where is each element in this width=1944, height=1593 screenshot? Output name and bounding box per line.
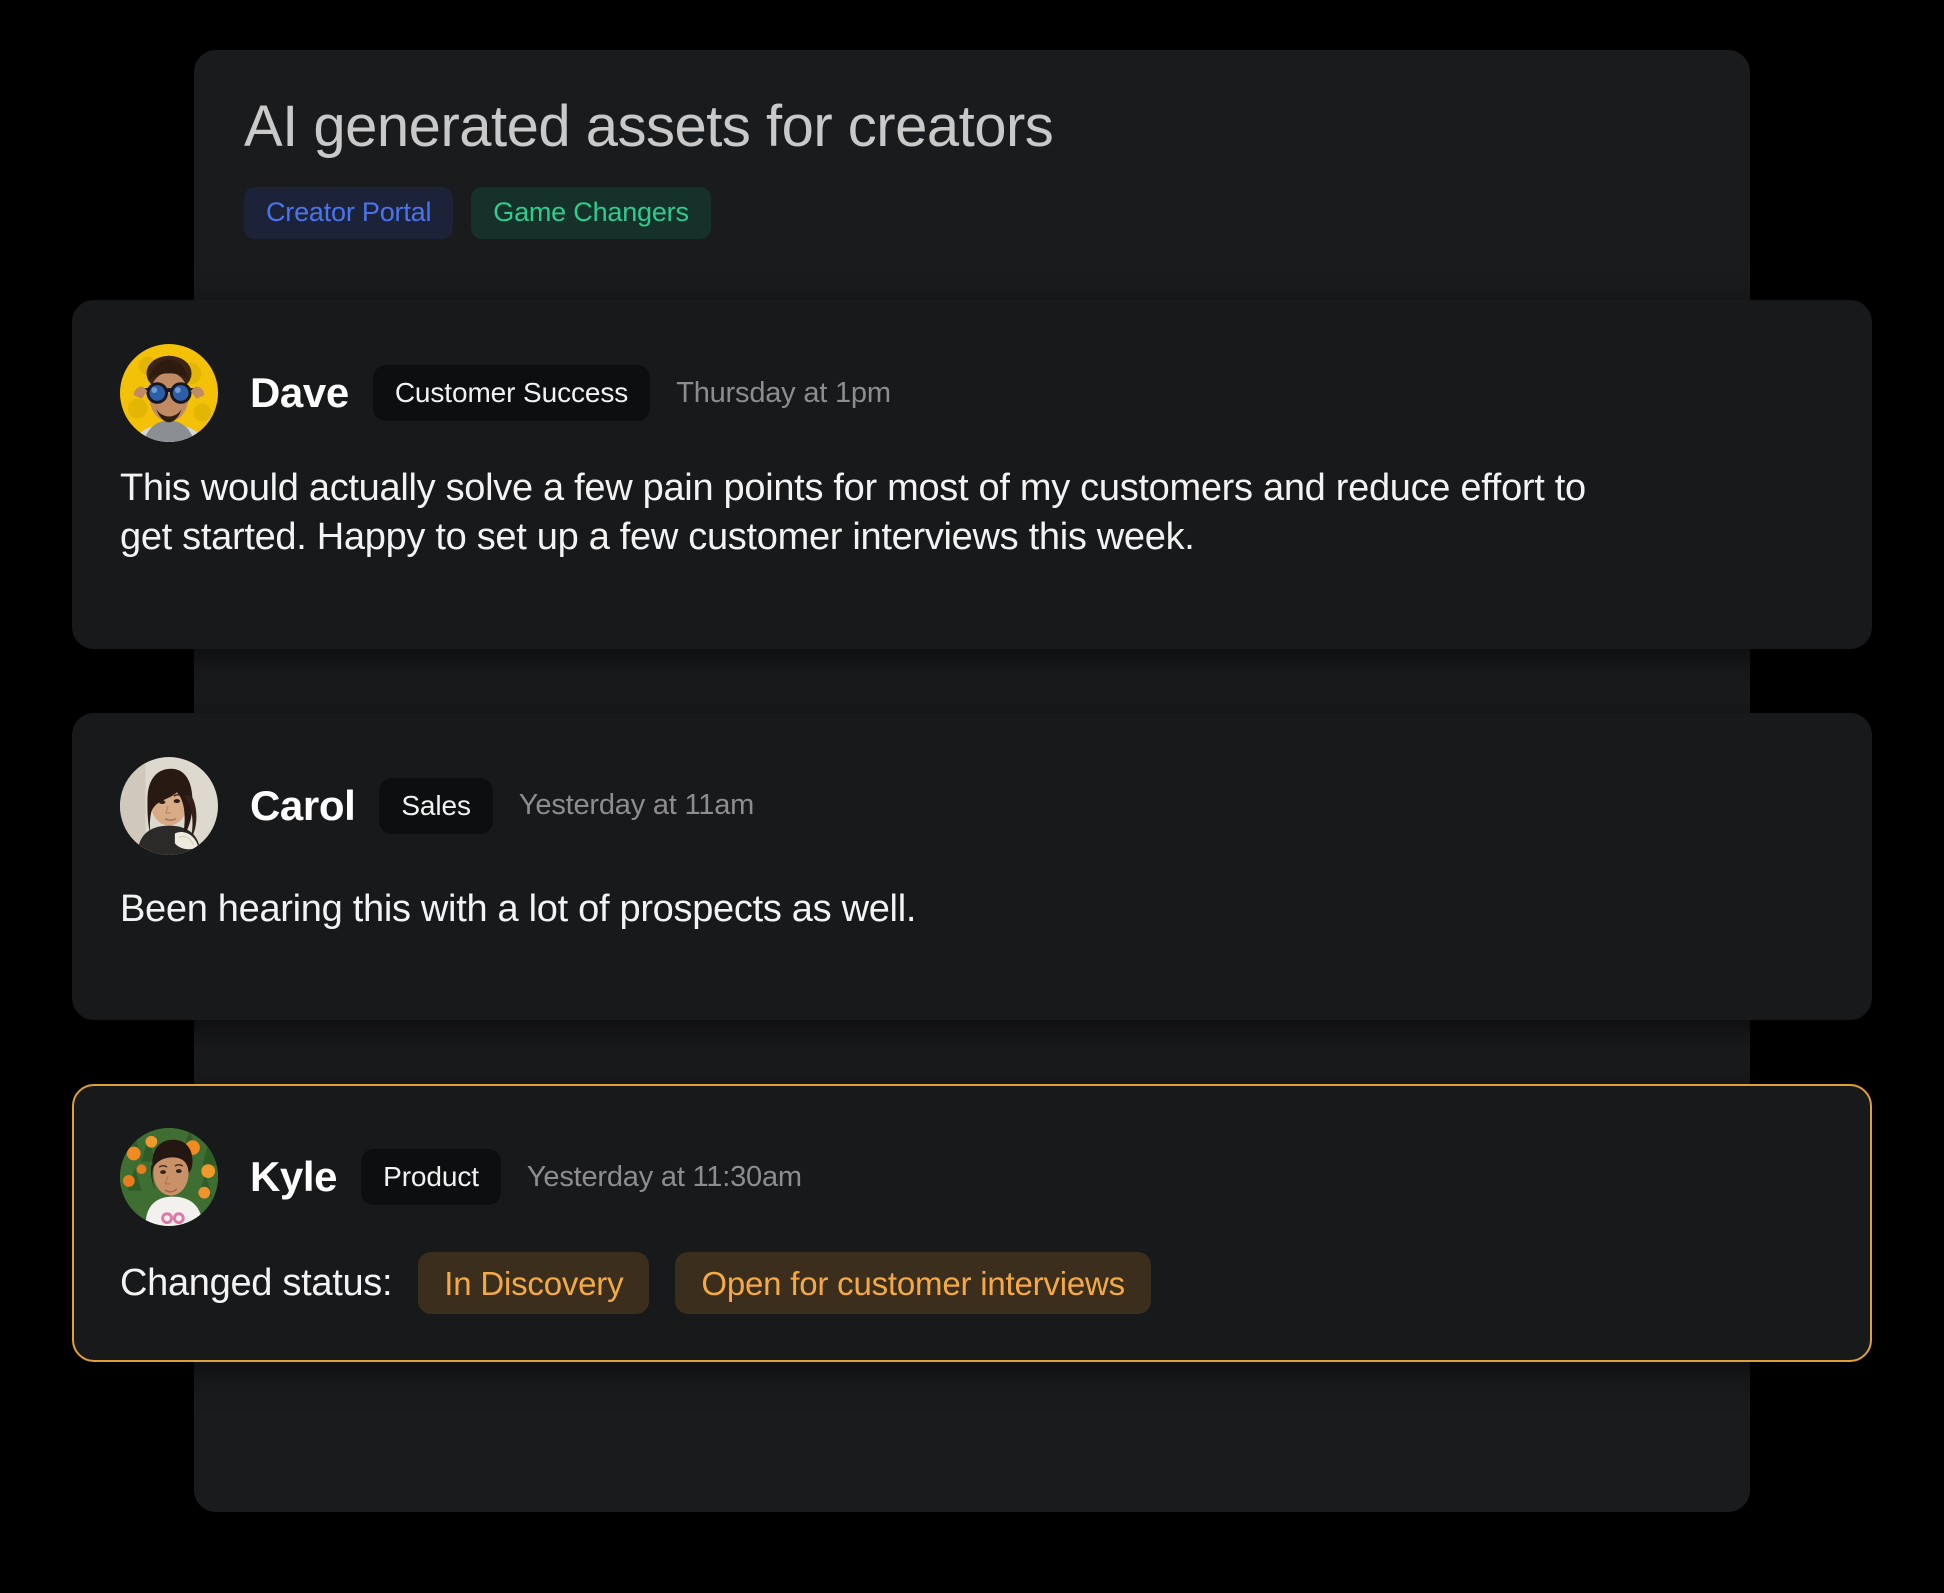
page-title: AI generated assets for creators bbox=[244, 94, 1054, 159]
status-change-row: Changed status: In Discovery Open for cu… bbox=[120, 1252, 1824, 1315]
message-author: Carol bbox=[250, 781, 356, 829]
message-header: Dave Customer Success Thursday at 1pm bbox=[120, 344, 1824, 442]
role-badge: Customer Success bbox=[372, 365, 651, 421]
avatar-dave-icon bbox=[120, 344, 218, 442]
tag-game-changers[interactable]: Game Changers bbox=[471, 186, 711, 239]
role-badge: Product bbox=[361, 1149, 501, 1206]
message-list: Dave Customer Success Thursday at 1pm Th… bbox=[72, 300, 1872, 1363]
message-timestamp: Yesterday at 11:30am bbox=[526, 1160, 802, 1193]
status-change-label: Changed status: bbox=[120, 1261, 393, 1304]
message-card-dave[interactable]: Dave Customer Success Thursday at 1pm Th… bbox=[72, 300, 1872, 649]
avatar-carol-icon bbox=[120, 756, 218, 855]
role-badge: Sales bbox=[379, 777, 493, 834]
message-author: Kyle bbox=[250, 1153, 338, 1201]
status-badge-from[interactable]: In Discovery bbox=[418, 1252, 650, 1315]
screen: AI generated assets for creators Creator… bbox=[0, 0, 1944, 1593]
message-author: Dave bbox=[250, 369, 349, 416]
message-timestamp: Yesterday at 11am bbox=[518, 789, 755, 822]
message-card-carol[interactable]: Carol Sales Yesterday at 11am Been heari… bbox=[72, 712, 1872, 1021]
message-card-kyle[interactable]: Kyle Product Yesterday at 11:30am Change… bbox=[72, 1084, 1872, 1363]
message-body: This would actually solve a few pain poi… bbox=[120, 467, 1586, 559]
tag-creator-portal[interactable]: Creator Portal bbox=[244, 186, 454, 239]
message-timestamp: Thursday at 1pm bbox=[676, 376, 891, 409]
message-header: Carol Sales Yesterday at 11am bbox=[120, 756, 1824, 855]
message-body: Been hearing this with a lot of prospect… bbox=[120, 887, 917, 930]
tag-row: Creator Portal Game Changers bbox=[244, 186, 1710, 239]
avatar-kyle-icon bbox=[120, 1128, 218, 1227]
message-header: Kyle Product Yesterday at 11:30am bbox=[120, 1128, 1824, 1227]
panel-header: AI generated assets for creators Creator… bbox=[244, 94, 1710, 239]
status-badge-to[interactable]: Open for customer interviews bbox=[675, 1252, 1151, 1315]
